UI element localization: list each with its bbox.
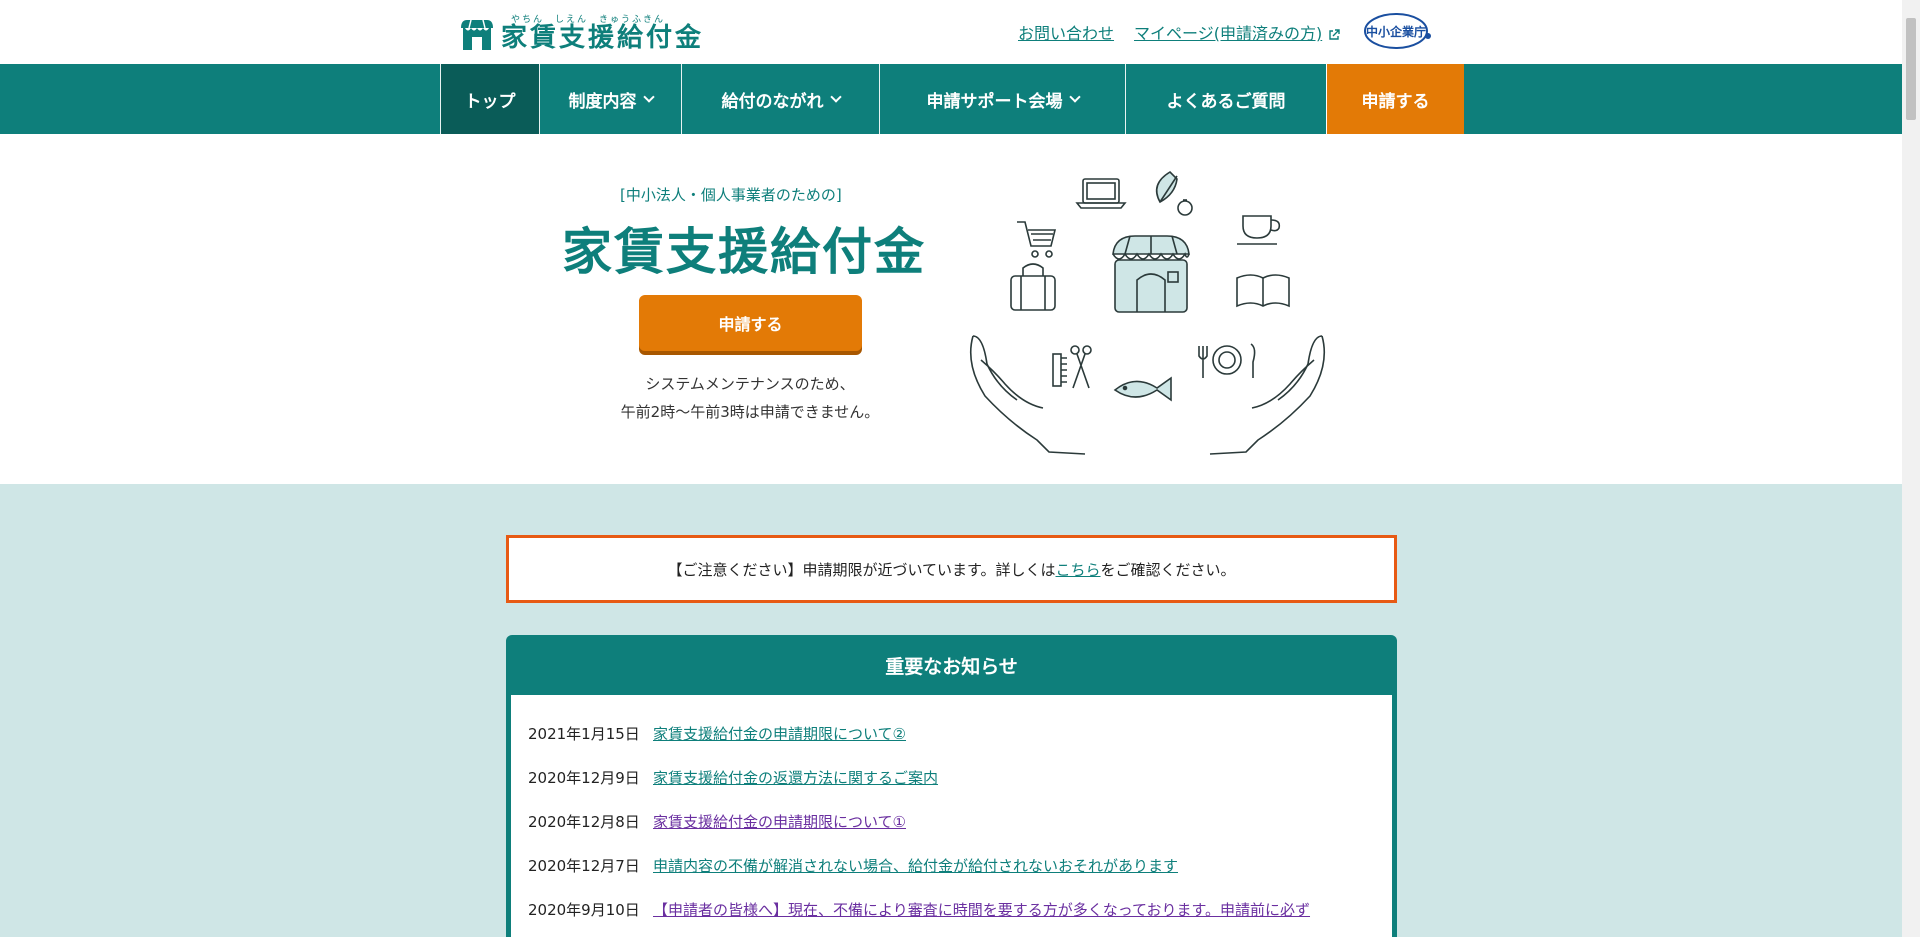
notice-suffix: をご確認ください。: [1100, 560, 1236, 579]
news-item: 2020年12月8日 家賃支援給付金の申請期限について①: [528, 811, 1372, 833]
bag-icon: [1010, 263, 1056, 311]
notice-prefix: 【ご注意ください】申請期限が近づいています。詳しくは: [667, 560, 1056, 579]
logo-title: 家賃支援給付金: [501, 23, 705, 53]
shop-icon: [1112, 235, 1190, 313]
external-link-icon: [1329, 28, 1340, 40]
nav-label: 給付のながれ: [721, 91, 824, 112]
global-nav: トップ 制度内容 給付のながれ 申請サポート会場 よくあるご質問 申請する: [0, 64, 1902, 134]
news-item: 2020年12月9日 家賃支援給付金の返還方法に関するご案内: [528, 767, 1372, 789]
header-links: お問い合わせ マイページ(申請済みの方): [1018, 20, 1340, 44]
news-date: 2020年9月10日: [528, 901, 640, 919]
news-date: 2021年1月15日: [528, 725, 640, 743]
dish-icon: [1198, 343, 1256, 378]
maintenance-note: システムメンテナンスのため、 午前2時〜午前3時は申請できません。: [600, 370, 900, 426]
agency-badge-label: 中小企業庁: [1366, 24, 1426, 39]
hero-subtitle: [中小法人・個人事業者のための]: [620, 186, 842, 204]
nav-item-system[interactable]: 制度内容: [539, 64, 681, 134]
news-link[interactable]: 家賃支援給付金の返還方法に関するご案内: [653, 767, 938, 789]
contact-link[interactable]: お問い合わせ: [1018, 20, 1114, 44]
nav-item-flow[interactable]: 給付のながれ: [681, 64, 879, 134]
vegetables-icon: [1155, 170, 1193, 216]
news-date: 2020年12月7日: [528, 857, 640, 875]
scissors-icon: [1052, 345, 1092, 389]
nav-item-support-venue[interactable]: 申請サポート会場: [879, 64, 1125, 134]
hero-apply-button[interactable]: 申請する: [639, 295, 862, 351]
news-item: 2020年12月7日 申請内容の不備が解消されない場合、給付金が給付されないおそ…: [528, 855, 1372, 877]
nav-label: 申請する: [1361, 91, 1430, 112]
notice-link[interactable]: こちら: [1056, 559, 1101, 580]
news-date: 2020年12月8日: [528, 813, 640, 831]
shop-logo-icon: [461, 19, 493, 50]
scrollbar-thumb[interactable]: [1906, 18, 1916, 120]
page-scrollbar[interactable]: [1902, 0, 1920, 937]
nav-label: よくあるご質問: [1166, 91, 1286, 112]
news-link[interactable]: 申請内容の不備が解消されない場合、給付金が給付されないおそれがあります: [653, 855, 1178, 877]
laptop-icon: [1075, 178, 1127, 209]
nav-item-top[interactable]: トップ: [440, 64, 539, 134]
news-list: 2021年1月15日 家賃支援給付金の申請期限について② 2020年12月9日 …: [511, 695, 1392, 937]
important-news: 重要なお知らせ 2021年1月15日 家賃支援給付金の申請期限について② 202…: [506, 635, 1397, 937]
chevron-down-icon: [1068, 91, 1081, 103]
mypage-link-label: マイページ(申請済みの方): [1134, 24, 1323, 43]
cart-icon: [1017, 221, 1057, 258]
agency-badge[interactable]: 中小企業庁: [1362, 11, 1434, 51]
maintenance-note-line1: システムメンテナンスのため、: [645, 375, 855, 393]
news-link[interactable]: 【申請者の皆様へ】現在、不備により審査に時間を要する方が多くなっております。申請…: [653, 899, 1310, 921]
site-header: やちん しえん きゅうふきん 家賃支援給付金 お問い合わせ マイページ(申請済み…: [0, 0, 1902, 64]
news-date: 2020年12月9日: [528, 769, 640, 787]
site-logo[interactable]: やちん しえん きゅうふきん 家賃支援給付金: [459, 12, 704, 52]
lower-section: 【ご注意ください】申請期限が近づいています。詳しくは こちら をご確認ください。 重…: [0, 484, 1902, 937]
maintenance-note-line2: 午前2時〜午前3時は申請できません。: [620, 403, 880, 421]
book-icon: [1236, 274, 1290, 308]
cup-icon: [1237, 215, 1281, 245]
nav-item-apply[interactable]: 申請する: [1326, 64, 1464, 134]
chevron-down-icon: [829, 91, 842, 103]
news-link[interactable]: 家賃支援給付金の申請期限について①: [653, 811, 906, 833]
hero-illustration: [969, 170, 1326, 455]
mypage-link[interactable]: マイページ(申請済みの方): [1134, 20, 1340, 44]
nav-item-faq[interactable]: よくあるご質問: [1125, 64, 1326, 134]
chevron-down-icon: [642, 91, 655, 103]
nav-label: 制度内容: [568, 91, 637, 112]
news-item: 2021年1月15日 家賃支援給付金の申請期限について②: [528, 723, 1372, 745]
deadline-notice: 【ご注意ください】申請期限が近づいています。詳しくは こちら をご確認ください。: [506, 535, 1397, 603]
hero-section: [中小法人・個人事業者のための] 家賃支援給付金 申請する システムメンテナンス…: [0, 134, 1902, 484]
nav-label: 申請サポート会場: [926, 91, 1063, 112]
hero-title: 家賃支援給付金: [562, 222, 926, 281]
nav-label: トップ: [464, 91, 516, 112]
news-title: 重要なお知らせ: [885, 655, 1018, 678]
fish-icon: [1113, 376, 1172, 402]
news-link[interactable]: 家賃支援給付金の申請期限について②: [653, 723, 906, 745]
news-item: 2020年9月10日 【申請者の皆様へ】現在、不備により審査に時間を要する方が多…: [528, 899, 1372, 921]
